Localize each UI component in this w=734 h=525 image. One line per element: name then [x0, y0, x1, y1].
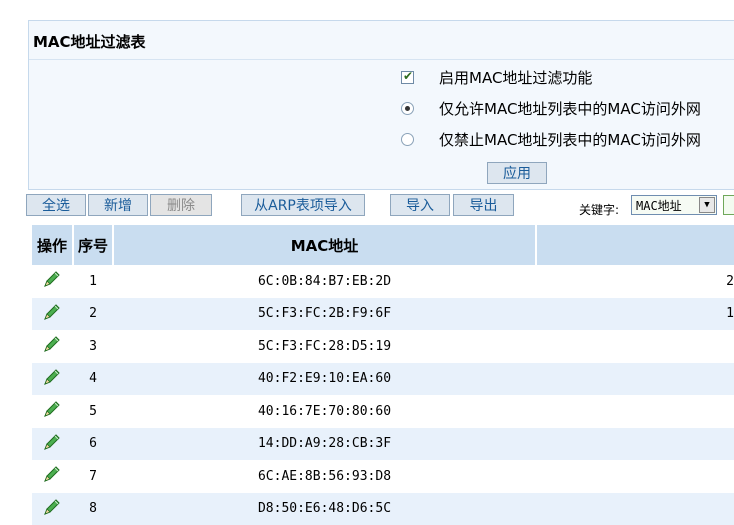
edit-pencil-icon[interactable] [42, 367, 62, 391]
edit-pencil-icon[interactable] [42, 334, 62, 358]
table-row: 3 5C:F3:FC:28:D5:19 [32, 330, 734, 362]
edit-cell[interactable] [32, 460, 72, 492]
header-index: 序号 [74, 225, 112, 265]
edit-cell[interactable] [32, 265, 72, 297]
apply-button[interactable]: 应用 [487, 162, 547, 184]
table-row: 2 5C:F3:FC:2B:F9:6F 1 [32, 297, 734, 330]
panel-body: ✔ 启用MAC地址过滤功能 仅允许MAC地址列表中的MAC访问外网 仅禁止MAC… [29, 60, 734, 189]
edit-pencil-icon[interactable] [42, 302, 62, 326]
keyword-input[interactable] [723, 195, 734, 215]
check-icon: ✔ [403, 68, 414, 83]
header-mac: MAC地址 [114, 225, 535, 265]
edit-cell[interactable] [32, 395, 72, 427]
row-extra [537, 363, 734, 395]
edit-pencil-icon[interactable] [42, 399, 62, 423]
keyword-select[interactable]: MAC地址 ▼ [631, 195, 717, 215]
deny-mode-option[interactable]: 仅禁止MAC地址列表中的MAC访问外网 [401, 129, 701, 149]
allow-mode-radio[interactable] [401, 101, 414, 115]
import-button[interactable]: 导入 [390, 194, 450, 216]
header-op: 操作 [32, 225, 72, 265]
row-index: 3 [89, 338, 97, 354]
keyword-select-value: MAC地址 [636, 198, 682, 213]
row-mac: 40:16:7E:70:80:60 [257, 403, 392, 419]
keyword-label: 关键字: [579, 203, 620, 217]
row-extra [537, 428, 734, 460]
row-mac: 6C:0B:84:B7:EB:2D [257, 273, 392, 289]
edit-cell[interactable] [32, 363, 72, 395]
row-mac: 40:F2:E9:10:EA:60 [257, 371, 392, 386]
table-row: 1 6C:0B:84:B7:EB:2D 2 [32, 265, 734, 297]
mac-filter-panel: MAC地址过滤表 ✔ 启用MAC地址过滤功能 仅允许MAC地址列表中的MAC访问… [28, 20, 734, 190]
row-mac: 5C:F3:FC:2B:F9:6F [257, 306, 392, 321]
add-button[interactable]: 新增 [88, 194, 148, 216]
edit-cell[interactable] [32, 330, 72, 362]
row-mac: 5C:F3:FC:28:D5:19 [257, 338, 392, 354]
select-all-button[interactable]: 全选 [26, 194, 86, 216]
table-row: 5 40:16:7E:70:80:60 [32, 395, 734, 427]
table-header: 操作 序号 MAC地址 [32, 225, 734, 265]
row-extra [537, 330, 734, 362]
row-extra: 2 [726, 273, 734, 289]
import-arp-button[interactable]: 从ARP表项导入 [241, 194, 365, 216]
export-button[interactable]: 导出 [453, 194, 514, 216]
allow-mode-label: 仅允许MAC地址列表中的MAC访问外网 [439, 99, 701, 118]
edit-pencil-icon[interactable] [42, 432, 62, 456]
row-mac: 6C:AE:8B:56:93:D8 [257, 468, 392, 484]
row-index: 7 [89, 468, 97, 484]
table-row: 7 6C:AE:8B:56:93:D8 [32, 460, 734, 492]
edit-cell[interactable] [32, 298, 72, 330]
allow-mode-option[interactable]: 仅允许MAC地址列表中的MAC访问外网 [401, 98, 701, 118]
table-row: 4 40:F2:E9:10:EA:60 [32, 362, 734, 395]
panel-header: MAC地址过滤表 [29, 21, 734, 60]
deny-mode-label: 仅禁止MAC地址列表中的MAC访问外网 [439, 130, 701, 149]
enable-filter-checkbox[interactable]: ✔ [401, 68, 414, 84]
edit-pencil-icon[interactable] [42, 464, 62, 488]
row-index: 6 [89, 436, 97, 451]
radio-selected-icon [405, 105, 410, 111]
enable-filter-label: 启用MAC地址过滤功能 [439, 68, 593, 87]
row-extra [537, 460, 734, 492]
row-index: 2 [89, 306, 97, 321]
panel-title: MAC地址过滤表 [33, 33, 146, 51]
enable-filter-option[interactable]: ✔ 启用MAC地址过滤功能 [401, 67, 592, 87]
row-index: 1 [89, 273, 97, 289]
delete-button[interactable]: 删除 [150, 194, 212, 216]
dropdown-arrow-icon[interactable]: ▼ [699, 197, 715, 213]
edit-cell[interactable] [32, 428, 72, 460]
row-mac: 14:DD:A9:28:CB:3F [257, 436, 392, 451]
row-extra: 1 [726, 306, 734, 321]
row-index: 5 [89, 403, 97, 419]
edit-pencil-icon[interactable] [42, 269, 62, 293]
table-row: 6 14:DD:A9:28:CB:3F [32, 427, 734, 460]
deny-mode-radio[interactable] [401, 132, 414, 146]
header-extra [537, 225, 734, 265]
row-extra [537, 395, 734, 427]
row-index: 4 [89, 371, 97, 386]
